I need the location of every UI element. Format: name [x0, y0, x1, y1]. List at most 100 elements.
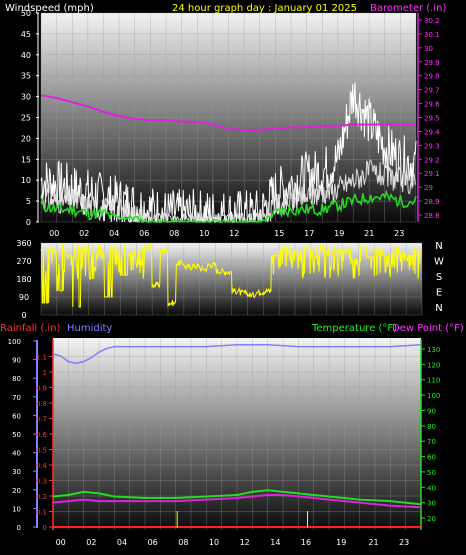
y-right-tick-label: 30.1: [424, 31, 440, 39]
temperature-tick-label: 20: [427, 515, 436, 523]
y-tick-label: 30: [21, 93, 31, 102]
humidity-tick-label: 70: [12, 394, 21, 402]
x-tick-label: 23: [394, 229, 404, 238]
rain-tick-label: 0.2: [36, 493, 47, 501]
y-right-tick-label: 29.8: [424, 73, 440, 81]
x-tick-label: 19: [336, 538, 346, 547]
y-tick-label: 20: [21, 134, 31, 143]
y-tick-label: 50: [21, 9, 31, 18]
compass-label: W: [434, 257, 444, 268]
rain-tick-label: 0.5: [36, 447, 47, 455]
y-right-tick-label: 29.4: [424, 128, 440, 136]
y-right-tick-label: 29: [424, 184, 433, 192]
dewpoint-label: Dew Point (°F): [392, 323, 464, 334]
weather-graph: Windspeed (mph) 24 hour graph day : Janu…: [0, 3, 464, 547]
x-tick-label: 04: [117, 538, 127, 547]
humidity-tick-label: 100: [8, 338, 21, 346]
rain-tick-label: 0.4: [36, 462, 48, 470]
y-tick-label: 15: [21, 155, 31, 164]
panel3-humidity-ticks: 0 10 20 30 40 50 60 70 80 90 100: [8, 338, 37, 532]
y-right-tick-label: 29.6: [424, 101, 440, 109]
x-tick-label: 06: [148, 538, 158, 547]
humidity-label: Humidity: [67, 323, 112, 334]
x-tick-label: 06: [139, 229, 149, 238]
x-tick-label: 12: [229, 229, 239, 238]
humidity-tick-label: 50: [12, 431, 21, 439]
x-tick-label: 12: [240, 538, 250, 547]
panel1-y-left-ticks: 0 5 10 15 20 25 30 35 40 45 50: [21, 9, 39, 227]
panel2-y-ticks: 0 90 180 270 360: [16, 239, 31, 320]
rain-tick-label: 0: [43, 524, 47, 532]
y-tick-label: 0: [26, 218, 31, 227]
x-tick-label: 10: [209, 538, 219, 547]
x-tick-label: 21: [364, 229, 374, 238]
x-tick-label: 17: [304, 229, 314, 238]
y-tick-label: 0: [21, 311, 26, 320]
temperature-tick-label: 50: [427, 469, 436, 477]
temperature-tick-label: 110: [427, 377, 440, 385]
windspeed-label: Windspeed (mph): [5, 3, 94, 14]
rainfall-label: Rainfall (.in): [0, 323, 61, 334]
temperature-tick-label: 80: [427, 423, 436, 431]
rain-tick-label: 1.1: [36, 354, 47, 362]
temperature-tick-label: 120: [427, 361, 440, 369]
temperature-tick-label: 30: [427, 500, 436, 508]
y-tick-label: 45: [21, 30, 31, 39]
rain-tick-label: 0.9: [36, 385, 47, 393]
temperature-tick-label: 100: [427, 392, 440, 400]
y-right-tick-label: 29.2: [424, 156, 440, 164]
x-tick-label: 02: [86, 538, 96, 547]
y-right-tick-label: 30.2: [424, 17, 440, 25]
panel3-x-ticks: 00 02 04 06 08 10 12 14 16 19 21 23: [56, 538, 410, 547]
y-right-tick-label: 29.1: [424, 170, 440, 178]
rain-tick-label: 0.8: [36, 400, 47, 408]
rain-humidity-temperature-panel: 0102030405060708090100 00.10.20.30.40.50…: [8, 338, 440, 547]
humidity-tick-label: 80: [12, 375, 21, 383]
y-tick-label: 90: [19, 293, 29, 302]
y-right-tick-label: 29.3: [424, 142, 440, 150]
y-tick-label: 5: [26, 197, 31, 206]
x-tick-label: 02: [79, 229, 89, 238]
y-tick-label: 360: [16, 239, 31, 248]
compass-label: S: [436, 272, 442, 283]
humidity-tick-label: 60: [12, 412, 21, 420]
y-tick-label: 40: [21, 51, 31, 60]
y-tick-label: 10: [21, 176, 31, 185]
x-tick-label: 15: [274, 229, 284, 238]
x-tick-label: 00: [56, 538, 66, 547]
rain-tick-label: 0.3: [36, 478, 47, 486]
x-tick-label: 16: [301, 538, 311, 547]
x-tick-label: 04: [109, 229, 119, 238]
panel1-y-right-ticks: 28.8 28.9 29 29.1 29.2 29.3 29.4 29.5 29.6 29.7 29…: [417, 13, 440, 222]
panel3-rain-ticks: 0 0.1 0.2 0.3 0.4 0.5 0.6 0.7 0.8 0.9 1 1.1: [36, 354, 53, 532]
panel2-compass-labels: NWSEN: [434, 241, 444, 314]
y-right-tick-label: 29.5: [424, 115, 440, 123]
y-right-tick-label: 29.9: [424, 59, 440, 67]
humidity-tick-label: 30: [12, 468, 21, 476]
y-tick-label: 270: [16, 257, 31, 266]
y-right-tick-label: 30: [424, 45, 433, 53]
y-tick-label: 35: [21, 72, 31, 81]
humidity-tick-label: 0: [17, 524, 21, 532]
x-tick-label: 08: [169, 229, 179, 238]
y-right-tick-label: 28.9: [424, 198, 440, 206]
temperature-tick-label: 70: [427, 438, 436, 446]
rain-tick-label: 0.6: [36, 431, 48, 439]
rain-tick-label: 0.7: [36, 416, 47, 424]
humidity-tick-label: 40: [12, 450, 21, 458]
y-tick-label: 25: [21, 114, 31, 123]
wind-barometer-panel: 05101520253035404550 28.828.92929.129.22…: [21, 9, 440, 238]
panel3-temperature-ticks: 20 30 40 50 60 70 80 90 100 110 120 130: [420, 340, 440, 530]
graph-title: 24 hour graph day : January 01 2025: [172, 3, 357, 14]
x-tick-label: 23: [399, 538, 409, 547]
barometer-label: Barometer (.in): [370, 3, 446, 14]
x-tick-label: 19: [334, 229, 344, 238]
y-tick-label: 180: [16, 275, 31, 284]
compass-label: N: [435, 303, 442, 314]
humidity-tick-label: 20: [12, 487, 21, 495]
y-right-tick-label: 29.7: [424, 87, 440, 95]
compass-label: N: [435, 241, 442, 252]
temperature-tick-label: 40: [427, 484, 436, 492]
panel1-x-ticks: 00 02 04 06 08 10 12 15 17 19 21 23: [49, 229, 404, 238]
x-tick-label: 08: [178, 538, 188, 547]
